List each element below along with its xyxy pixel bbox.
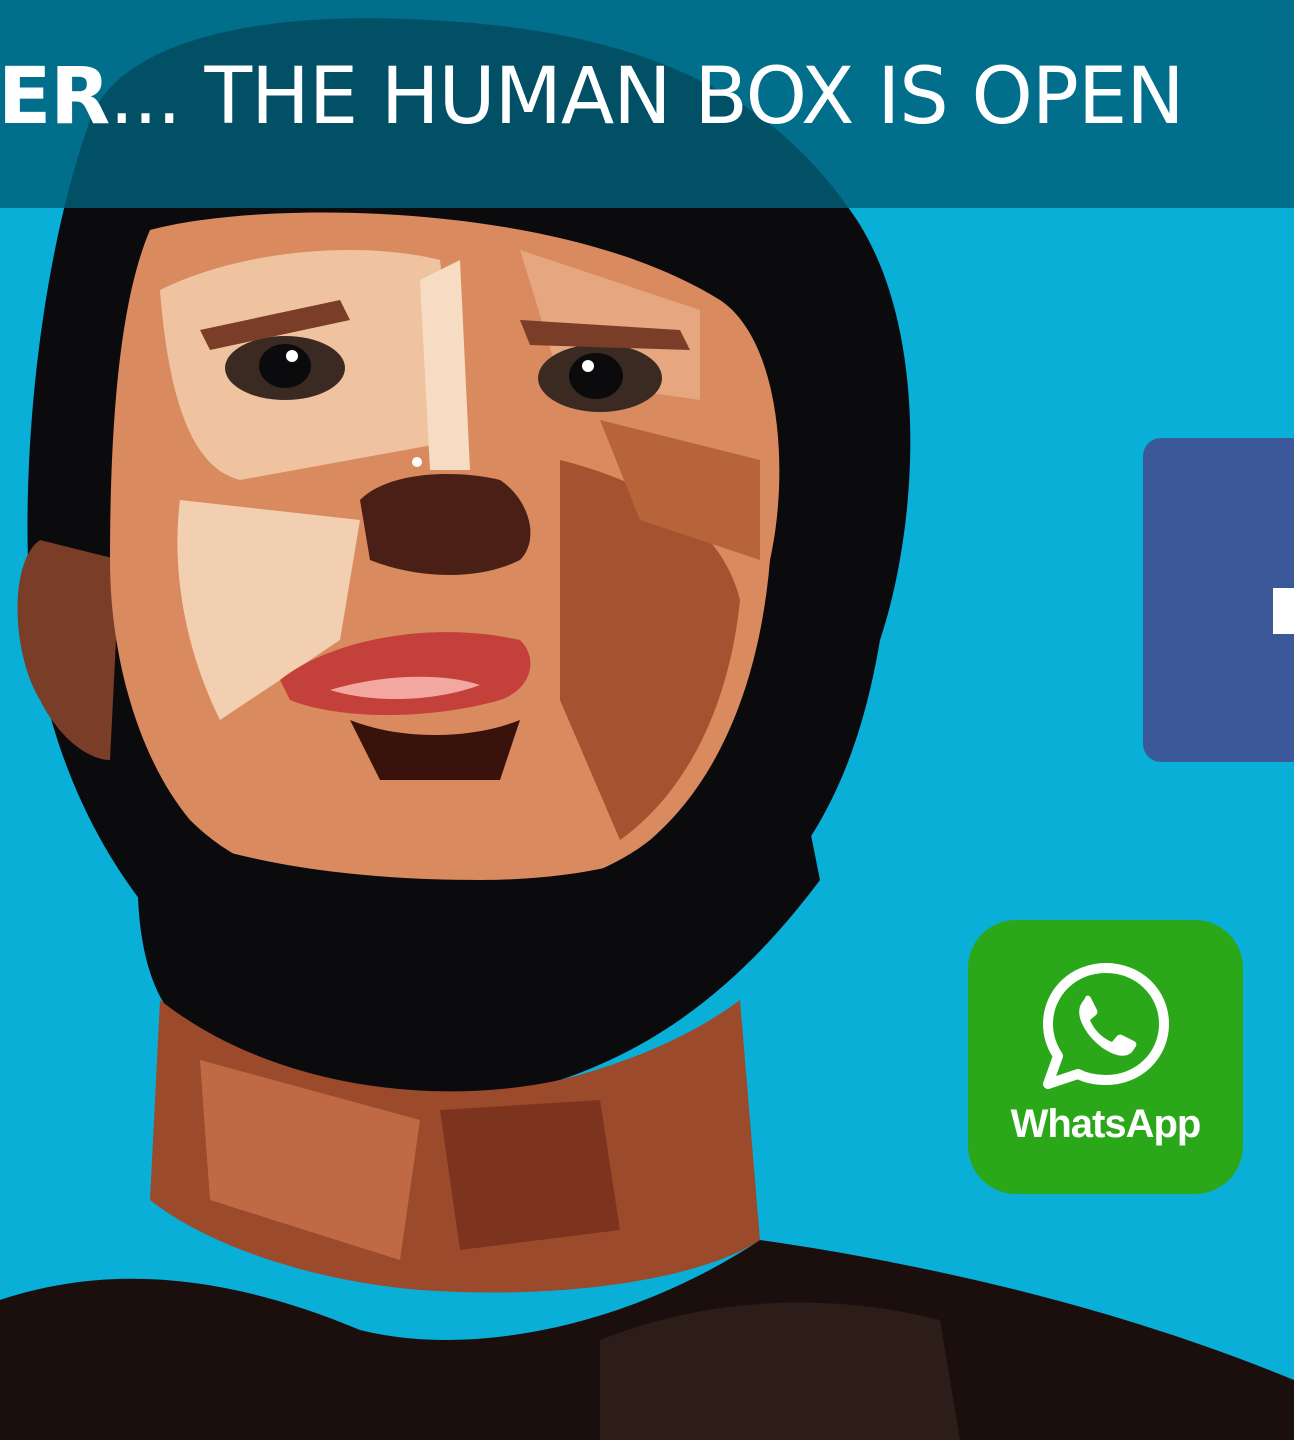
facebook-f-mark — [1273, 588, 1294, 634]
whatsapp-phone-icon — [1043, 963, 1169, 1089]
title-bar: ER... THE HUMAN BOX IS OPEN — [0, 0, 1294, 208]
title-text: ... THE HUMAN BOX IS OPEN — [109, 52, 1184, 142]
title-bold-prefix: ER — [0, 52, 110, 142]
slide: ER... THE HUMAN BOX IS OPEN WhatsApp — [0, 0, 1294, 1440]
whatsapp-icon: WhatsApp — [968, 920, 1243, 1194]
facebook-icon — [1143, 438, 1294, 762]
portrait-illustration — [0, 18, 1294, 1440]
whatsapp-label: WhatsApp — [1010, 1102, 1202, 1146]
slide-title: ER... THE HUMAN BOX IS OPEN — [0, 58, 1185, 136]
